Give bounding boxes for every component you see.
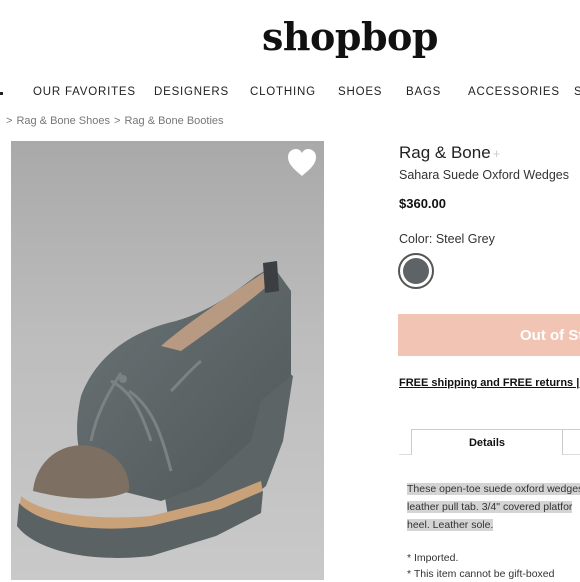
follow-brand-plus-icon[interactable]: + [493, 146, 501, 161]
breadcrumb-link-shoes[interactable]: Rag & Bone Shoes [16, 115, 110, 127]
description-line: heel. Leather sole. [407, 519, 494, 531]
product-notes: * Imported. * This item cannot be gift-b… [407, 550, 554, 582]
nav-item-our-favorites[interactable]: OUR FAVORITES [33, 86, 136, 98]
note-imported: * Imported. [407, 552, 459, 564]
main-nav: OUR FAVORITES DESIGNERS CLOTHING SHOES B… [0, 84, 580, 102]
color-label: Color: Steel Grey [399, 232, 495, 246]
color-swatch-steel-grey[interactable] [398, 253, 434, 289]
product-price: $360.00 [399, 196, 446, 211]
nav-item-bags[interactable]: BAGS [406, 86, 441, 98]
out-of-stock-button[interactable]: Out of St [398, 314, 580, 356]
free-shipping-link[interactable]: FREE shipping and FREE returns | ama [399, 377, 580, 389]
description-line: leather pull tab. 3/4" covered platfor [407, 501, 573, 513]
nav-item-truncated[interactable]: S [574, 86, 580, 98]
brand-name[interactable]: Rag & Bone [399, 143, 491, 162]
nav-item-clothing[interactable]: CLOTHING [250, 86, 316, 98]
breadcrumb-separator: > [6, 115, 13, 127]
shoe-illustration [17, 261, 293, 558]
nav-item-shoes[interactable]: SHOES [338, 86, 382, 98]
product-name: Sahara Suede Oxford Wedges [399, 168, 570, 182]
tab-details[interactable]: Details [411, 429, 563, 455]
out-of-stock-label: Out of St [520, 327, 580, 344]
nav-overflow-dot [0, 92, 3, 95]
nav-item-accessories[interactable]: ACCESSORIES [468, 86, 560, 98]
product-image[interactable] [11, 141, 324, 580]
product-brand[interactable]: Rag & Bone + [399, 143, 500, 163]
breadcrumb-separator: > [114, 115, 121, 127]
heart-icon[interactable] [286, 148, 318, 178]
shopbop-logo[interactable]: shopbop [0, 14, 580, 59]
nav-item-designers[interactable]: DESIGNERS [154, 86, 229, 98]
product-description: These open-toe suede oxford wedges leath… [407, 480, 580, 534]
description-line: These open-toe suede oxford wedges [407, 483, 580, 495]
breadcrumb-link-booties[interactable]: Rag & Bone Booties [124, 115, 223, 127]
tab-next[interactable] [562, 429, 580, 455]
breadcrumb: > Rag & Bone Shoes > Rag & Bone Booties [0, 115, 224, 127]
swatch-fill [403, 258, 429, 284]
